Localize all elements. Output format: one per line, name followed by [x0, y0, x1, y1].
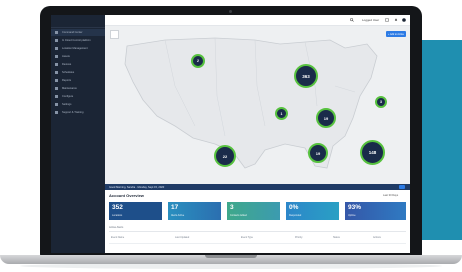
map-cluster-marker[interactable]: 19	[316, 108, 336, 128]
stat-card-alerts[interactable]: 17 Alerts Active	[168, 202, 221, 220]
map-cluster-marker[interactable]: 363	[294, 64, 318, 88]
stat-card-uptime[interactable]: 93% Uptime	[345, 202, 406, 220]
laptop-notch	[205, 255, 257, 258]
map-cluster-marker[interactable]: 1	[275, 107, 288, 120]
sidebar-item-label: Command Center	[62, 31, 83, 34]
stat-label: Alerts Active	[171, 214, 185, 217]
webcam	[229, 10, 232, 13]
search-icon[interactable]	[350, 18, 354, 22]
table-row	[109, 243, 406, 244]
stat-card-locations[interactable]: 352 Locations	[109, 202, 162, 220]
sidebar-item-label: Reports	[62, 79, 72, 82]
report-icon	[55, 79, 58, 82]
map-toggle[interactable]	[399, 185, 405, 189]
column-header[interactable]: Event Name	[111, 236, 124, 239]
sidebar-item-maintenance[interactable]: Maintenance	[51, 85, 105, 92]
sidebar-item-cloud-control[interactable]: In Cloud Control platform	[51, 37, 105, 44]
help-icon	[55, 111, 58, 114]
sidebar-brand	[51, 15, 105, 28]
date-range-filter[interactable]: Last 30 Days	[383, 194, 398, 197]
stat-label: Locations	[112, 214, 123, 217]
sidebar-item-label: Configure	[62, 95, 74, 98]
decorative-teal-panel	[420, 40, 462, 240]
map-view[interactable]: + Add to Active 2 363 1 19 3 22 19 148	[105, 26, 410, 184]
sidebar-item-label: Support & Training	[62, 111, 84, 114]
asset-icon	[55, 55, 58, 58]
column-header[interactable]: Actions	[373, 236, 381, 239]
map-layers-button[interactable]	[110, 30, 119, 39]
sidebar-item-reports[interactable]: Reports	[51, 77, 105, 84]
stat-label: Uptime	[348, 214, 356, 217]
top-bar: Logged User	[105, 15, 410, 26]
column-header[interactable]: Event Type	[241, 236, 253, 239]
calendar-icon	[55, 71, 58, 74]
stat-card-responded[interactable]: 0% Responded	[286, 202, 339, 220]
greeting-text: Good Morning, Sandra · Monday, Sept 15, …	[109, 185, 165, 189]
main-content: Logged User + Add to Active 2 363 1 19 3…	[105, 15, 410, 253]
sidebar-item-label: Devices	[62, 63, 72, 66]
sidebar-item-settings[interactable]: Settings	[51, 101, 105, 108]
sidebar: Command Center In Cloud Control platform…	[51, 15, 105, 253]
stat-value: 17	[171, 204, 179, 211]
stat-value: 0%	[289, 204, 299, 211]
sidebar-item-configure[interactable]: Configure	[51, 93, 105, 100]
sidebar-item-label: Maintenance	[62, 87, 77, 90]
sidebar-item-label: In Cloud Control platform	[62, 39, 91, 42]
cloud-icon	[55, 39, 58, 42]
sidebar-item-command-center[interactable]: Command Center	[51, 29, 105, 36]
map-action-button[interactable]: + Add to Active	[386, 31, 406, 37]
sidebar-item-support[interactable]: Support & Training	[51, 109, 105, 116]
stat-card-contacts[interactable]: 3 Contacts Added	[227, 202, 280, 220]
sidebar-item-location-management[interactable]: Location Management	[51, 45, 105, 52]
dashboard-icon	[55, 31, 58, 34]
sidebar-item-schedules[interactable]: Schedules	[51, 69, 105, 76]
avatar[interactable]	[402, 18, 406, 22]
map-cluster-marker[interactable]: 3	[375, 96, 387, 108]
stat-label: Responded	[289, 214, 302, 217]
overview-title: Account Overview	[109, 193, 144, 198]
user-name[interactable]: Logged User	[362, 18, 379, 22]
inbox-icon[interactable]	[385, 18, 389, 22]
location-icon	[55, 47, 58, 50]
column-header[interactable]: Status	[333, 236, 340, 239]
column-header[interactable]: Priority	[295, 236, 302, 239]
account-overview-panel: Account Overview Last 30 Days 352 Locati…	[105, 190, 410, 253]
laptop-screen: Command Center In Cloud Control platform…	[51, 15, 410, 253]
sidebar-item-label: Settings	[62, 103, 72, 106]
stat-value: 352	[112, 204, 123, 211]
sidebar-item-assets[interactable]: Assets	[51, 53, 105, 60]
table-title: Active Alerts	[109, 226, 124, 229]
table-divider	[109, 231, 406, 232]
map-cluster-marker[interactable]: 2	[191, 54, 205, 68]
device-icon	[55, 63, 58, 66]
gear-icon	[55, 103, 58, 106]
bell-icon[interactable]	[394, 18, 398, 22]
stat-value: 3	[230, 204, 234, 211]
column-header[interactable]: Last Updated	[175, 236, 189, 239]
map-cluster-marker[interactable]: 19	[308, 143, 328, 163]
map-cluster-marker[interactable]: 148	[360, 140, 385, 165]
sidebar-item-label: Location Management	[62, 47, 88, 50]
wrench-icon	[55, 87, 58, 90]
map-cluster-marker[interactable]: 22	[214, 145, 236, 167]
sidebar-item-label: Schedules	[62, 71, 75, 74]
stat-label: Contacts Added	[230, 214, 247, 217]
sidebar-item-label: Assets	[62, 55, 70, 58]
sidebar-item-devices[interactable]: Devices	[51, 61, 105, 68]
stat-value: 93%	[348, 204, 362, 211]
sliders-icon	[55, 95, 58, 98]
